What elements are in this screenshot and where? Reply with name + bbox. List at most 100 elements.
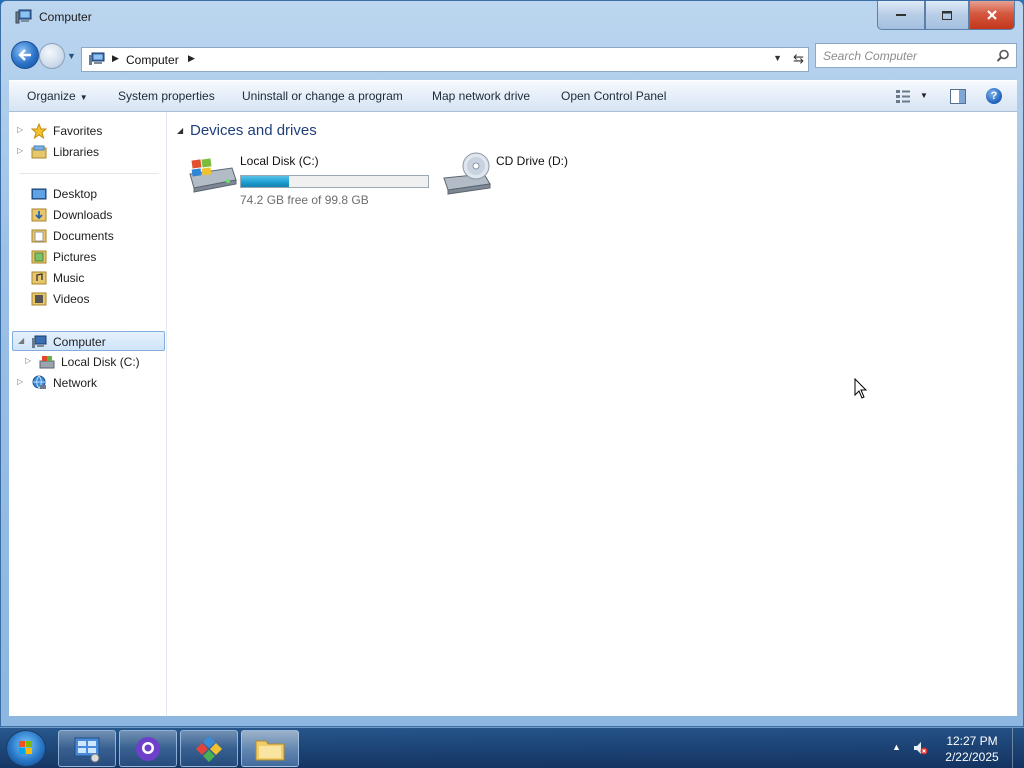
help-icon[interactable]: ? bbox=[986, 88, 1002, 104]
taskbar-app-github[interactable] bbox=[119, 730, 177, 767]
cd-drive-icon bbox=[443, 152, 491, 195]
sidebar-item-favorites[interactable]: ▷ Favorites bbox=[9, 121, 167, 141]
drive-free-space: 74.2 GB free of 99.8 GB bbox=[240, 193, 369, 207]
drive-name: CD Drive (D:) bbox=[496, 154, 568, 168]
show-hidden-icons-icon[interactable]: ▲ bbox=[892, 742, 901, 752]
organize-button[interactable]: Organize ▼ bbox=[27, 89, 88, 103]
breadcrumb-chevron-icon[interactable]: ▶ bbox=[188, 53, 195, 64]
sidebar-item-label: Local Disk (C:) bbox=[61, 355, 140, 369]
sidebar-item-pictures[interactable]: Pictures bbox=[9, 247, 167, 267]
sidebar-item-videos[interactable]: Videos bbox=[9, 289, 167, 309]
uninstall-program-button[interactable]: Uninstall or change a program bbox=[242, 89, 403, 103]
navigation-row: ▼ ▶ Computer ▶ ▼ ⇆ Search Computer bbox=[9, 39, 1017, 73]
sidebar-item-label: Music bbox=[53, 271, 85, 285]
mouse-cursor-icon bbox=[854, 378, 868, 399]
close-icon bbox=[987, 10, 997, 20]
sidebar-item-label: Computer bbox=[53, 335, 106, 349]
computer-icon bbox=[15, 9, 32, 24]
address-dropdown-icon[interactable]: ▼ bbox=[773, 53, 782, 63]
sidebar-item-label: Videos bbox=[53, 292, 90, 306]
refresh-icon[interactable]: ⇆ bbox=[793, 51, 804, 67]
back-button[interactable] bbox=[11, 41, 39, 69]
expand-arrow-icon[interactable]: ▷ bbox=[17, 146, 23, 155]
start-button[interactable] bbox=[6, 730, 46, 767]
expand-arrow-icon[interactable]: ▷ bbox=[17, 125, 23, 134]
sidebar-item-downloads[interactable]: Downloads bbox=[9, 205, 167, 225]
address-bar[interactable]: ▶ Computer ▶ ▼ ⇆ bbox=[81, 47, 809, 72]
preview-pane-icon[interactable] bbox=[950, 89, 966, 104]
recent-pages-dropdown[interactable]: ▼ bbox=[67, 51, 76, 61]
system-clock[interactable]: 12:27 PM 2/22/2025 bbox=[936, 733, 1008, 765]
search-icon[interactable] bbox=[996, 49, 1010, 63]
disk-usage-fill bbox=[241, 176, 290, 187]
drive-item-cd-drive[interactable]: CD Drive (D:) bbox=[440, 150, 580, 202]
minimize-button[interactable] bbox=[877, 1, 925, 30]
taskbar-app-control-panel[interactable] bbox=[58, 730, 116, 767]
taskbar-app-explorer[interactable] bbox=[241, 730, 299, 767]
hard-drive-icon bbox=[39, 356, 55, 369]
taskbar-app-pinned[interactable] bbox=[180, 730, 238, 767]
network-icon bbox=[32, 375, 46, 389]
chevron-down-icon: ▼ bbox=[79, 93, 88, 102]
clock-time: 12:27 PM bbox=[946, 734, 998, 748]
breadcrumb-computer[interactable]: Computer bbox=[126, 53, 179, 67]
sidebar-item-libraries[interactable]: ▷ Libraries bbox=[9, 142, 167, 162]
group-collapse-icon[interactable]: ◢ bbox=[177, 126, 183, 135]
search-placeholder: Search Computer bbox=[823, 49, 918, 63]
computer-icon bbox=[32, 335, 47, 348]
drive-item-local-disk[interactable]: Local Disk (C:) 74.2 GB free of 99.8 GB bbox=[186, 150, 436, 207]
music-icon bbox=[31, 271, 47, 285]
show-desktop-button[interactable] bbox=[1012, 728, 1024, 768]
sidebar-item-label: Libraries bbox=[53, 145, 100, 159]
sidebar-item-desktop[interactable]: Desktop bbox=[9, 184, 167, 204]
forward-button[interactable] bbox=[39, 43, 65, 69]
search-input[interactable]: Search Computer bbox=[815, 43, 1017, 68]
back-arrow-icon bbox=[18, 49, 31, 61]
pictures-icon bbox=[31, 250, 47, 264]
sidebar-item-computer[interactable]: ◢ Computer bbox=[12, 331, 165, 351]
sidebar-item-label: Favorites bbox=[53, 124, 103, 138]
open-control-panel-button[interactable]: Open Control Panel bbox=[561, 89, 666, 103]
libraries-icon bbox=[31, 145, 47, 159]
navigation-pane: ▷ Favorites ▷ Libraries Desktop Download… bbox=[9, 112, 167, 716]
github-icon bbox=[136, 736, 160, 761]
documents-icon bbox=[31, 229, 47, 243]
drive-name: Local Disk (C:) bbox=[240, 154, 319, 168]
window-title: Computer bbox=[39, 10, 92, 24]
sidebar-item-music[interactable]: Music bbox=[9, 268, 167, 288]
map-network-drive-button[interactable]: Map network drive bbox=[432, 89, 530, 103]
sidebar-item-documents[interactable]: Documents bbox=[9, 226, 167, 246]
taskbar: ▲ 12:27 PM 2/22/2025 bbox=[0, 727, 1024, 768]
sidebar-item-label: Downloads bbox=[53, 208, 113, 222]
computer-icon bbox=[89, 52, 105, 65]
view-options-dropdown-icon[interactable]: ▼ bbox=[920, 91, 928, 100]
change-view-icon[interactable] bbox=[895, 89, 911, 104]
sidebar-item-local-disk[interactable]: ▷ Local Disk (C:) bbox=[9, 352, 167, 372]
videos-icon bbox=[31, 292, 47, 306]
explorer-window: Computer ▼ ▶ Computer ▶ ▼ ⇆ Search Compu… bbox=[0, 0, 1024, 727]
collapse-arrow-icon[interactable]: ◢ bbox=[18, 336, 24, 345]
star-icon bbox=[31, 123, 47, 139]
minimize-icon bbox=[896, 14, 906, 16]
volume-muted-icon[interactable] bbox=[912, 740, 928, 756]
folder-icon bbox=[255, 740, 285, 760]
content-area: ▷ Favorites ▷ Libraries Desktop Download… bbox=[9, 112, 1017, 716]
system-properties-button[interactable]: System properties bbox=[118, 89, 215, 103]
maximize-button[interactable] bbox=[925, 1, 969, 30]
expand-arrow-icon[interactable]: ▷ bbox=[25, 356, 31, 365]
title-bar[interactable]: Computer bbox=[1, 1, 1023, 33]
breadcrumb-chevron-icon[interactable]: ▶ bbox=[112, 53, 119, 64]
file-list: ◢ Devices and drives Local Disk (C:) 74.… bbox=[168, 112, 1017, 716]
sidebar-item-label: Pictures bbox=[53, 250, 97, 264]
windows-logo-icon bbox=[19, 741, 32, 754]
sidebar-item-network[interactable]: ▷ Network bbox=[9, 373, 167, 393]
sidebar-item-label: Documents bbox=[53, 229, 114, 243]
sidebar-item-label: Network bbox=[53, 376, 98, 390]
group-header[interactable]: Devices and drives bbox=[190, 122, 317, 139]
hard-drive-icon bbox=[189, 158, 237, 193]
close-button[interactable] bbox=[969, 1, 1015, 30]
desktop-icon bbox=[31, 188, 47, 200]
clock-date: 2/22/2025 bbox=[945, 750, 999, 764]
expand-arrow-icon[interactable]: ▷ bbox=[17, 377, 23, 386]
disk-usage-bar bbox=[240, 175, 429, 188]
